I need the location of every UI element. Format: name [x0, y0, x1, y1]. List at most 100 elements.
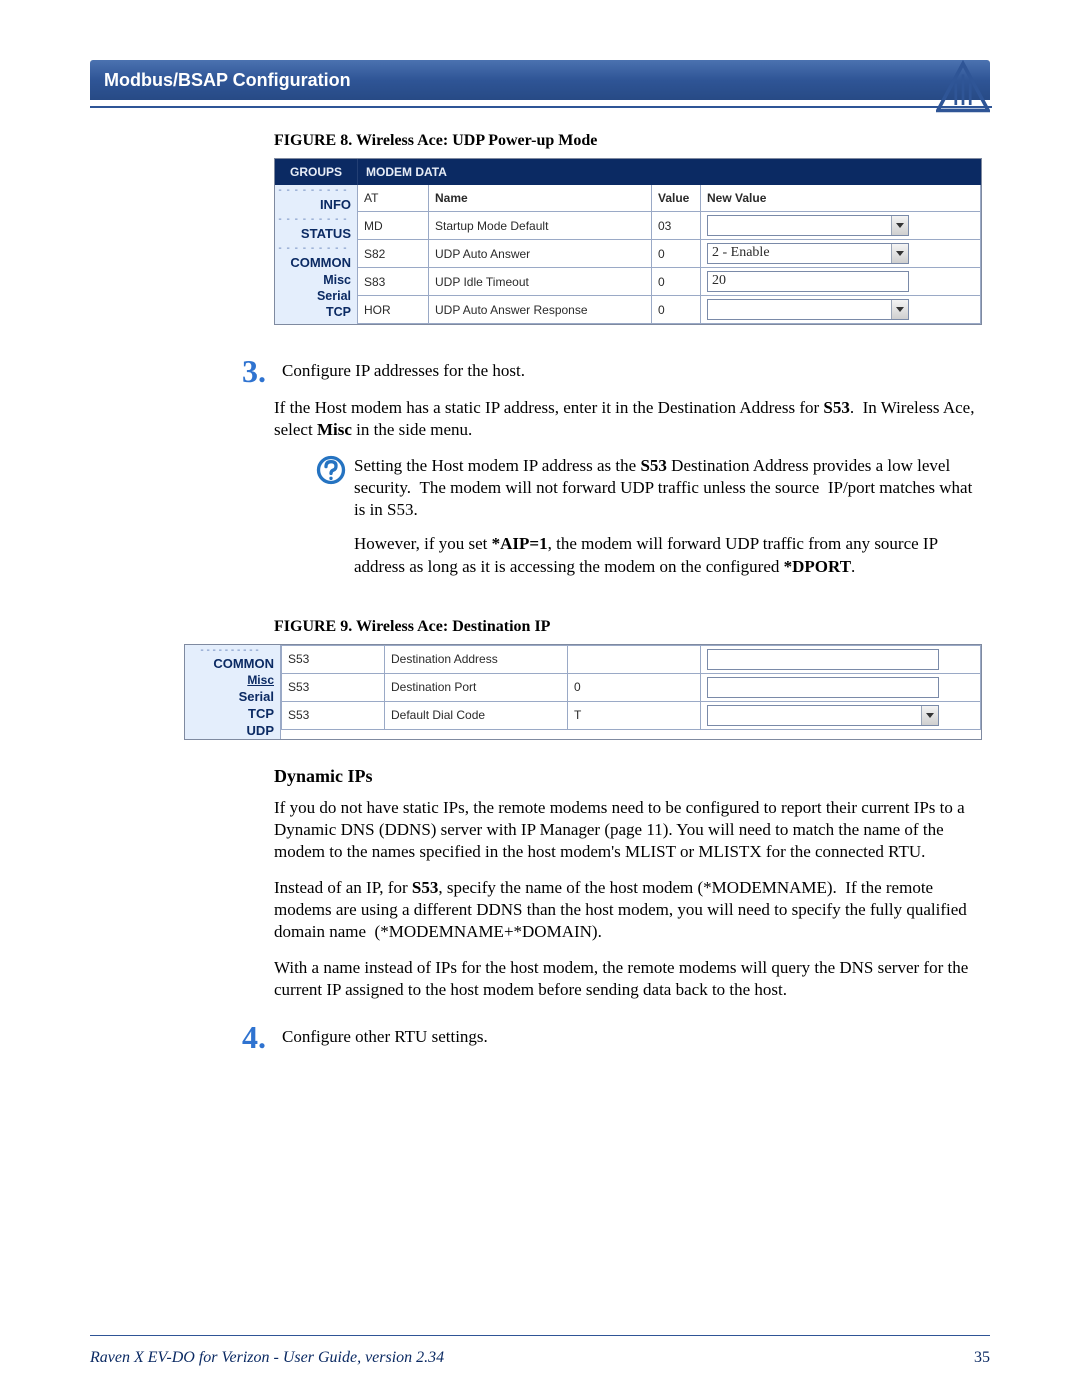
fig8-side-status[interactable]: STATUS [275, 224, 351, 243]
cell-new [701, 296, 981, 324]
brand-logo-triangle [936, 60, 990, 114]
col-name: Name [429, 185, 652, 212]
udp-auto-answer-select[interactable]: 2 - Enable [707, 243, 909, 264]
footer-page: 35 [974, 1349, 990, 1367]
cell-name: Destination Address [385, 645, 568, 673]
cell-name: UDP Auto Answer Response [429, 296, 652, 324]
startup-mode-select[interactable] [707, 215, 909, 236]
fig9-table-body: S53 Destination Address S53 Destination … [281, 645, 981, 739]
fig8-row-hor: HOR UDP Auto Answer Response 0 [358, 296, 981, 324]
cell-val: 03 [652, 212, 701, 240]
cell-val: 0 [568, 673, 701, 701]
subheading-dynamic-ips: Dynamic IPs [274, 766, 990, 787]
chevron-down-icon[interactable] [891, 244, 908, 263]
cell-new [701, 212, 981, 240]
fig8-row-s83: S83 UDP Idle Timeout 0 20 [358, 268, 981, 296]
cell-new [701, 645, 981, 673]
fig9-side-misc[interactable]: Misc [185, 672, 274, 688]
fig8-side-serial[interactable]: Serial [275, 288, 351, 304]
cell-at: S53 [282, 701, 385, 729]
fig9-side-tcp[interactable]: TCP [185, 705, 274, 722]
divider-dots: - - - - - - - - - [275, 187, 351, 195]
fig8-side-misc[interactable]: Misc [275, 272, 351, 288]
dest-address-input[interactable] [707, 649, 939, 670]
col-value: Value [652, 185, 701, 212]
help-note: Setting the Host modem IP address as the… [314, 455, 980, 589]
cell-at: S82 [358, 240, 429, 268]
cell-at: S83 [358, 268, 429, 296]
col-at: AT [358, 185, 429, 212]
fig8-header-row: AT Name Value New Value [358, 185, 981, 212]
cell-name: Default Dial Code [385, 701, 568, 729]
udp-idle-timeout-input[interactable]: 20 [707, 271, 909, 292]
fig8-groups-tab[interactable]: GROUPS [275, 159, 358, 185]
cell-new [701, 701, 981, 729]
step-3: 3. Configure IP addresses for the host. [242, 359, 980, 383]
dial-code-select[interactable] [707, 705, 939, 726]
help-p1: Setting the Host modem IP address as the… [354, 455, 980, 521]
cell-name: UDP Auto Answer [429, 240, 652, 268]
cell-at: S53 [282, 645, 385, 673]
figure8-caption: FIGURE 8. Wireless Ace: UDP Power-up Mod… [274, 132, 990, 150]
fig9-side-serial[interactable]: Serial [185, 688, 274, 705]
fig9-side-common[interactable]: COMMON [185, 655, 274, 672]
fig8-side-common[interactable]: COMMON [275, 253, 351, 272]
footer-text: Raven X EV-DO for Verizon - User Guide, … [90, 1349, 444, 1367]
chevron-down-icon[interactable] [891, 216, 908, 235]
divider-dots: - - - - - - - - - - [185, 647, 274, 655]
footer-rule [90, 1335, 990, 1337]
cell-val: 0 [652, 268, 701, 296]
dest-port-input[interactable] [707, 677, 939, 698]
figure9-screenshot: - - - - - - - - - - COMMON Misc Serial T… [184, 644, 982, 740]
page-header: Modbus/BSAP Configuration [90, 60, 990, 100]
fig8-modem-tab[interactable]: MODEM DATA [358, 159, 981, 185]
question-mark-icon [314, 455, 354, 589]
divider-dots: - - - - - - - - - [275, 216, 351, 224]
fig8-row-md: MD Startup Mode Default 03 [358, 212, 981, 240]
fig9-row-dialcode: S53 Default Dial Code T [282, 701, 981, 729]
para-static-ip: If the Host modem has a static IP addres… [274, 397, 980, 441]
header-rule [90, 106, 992, 108]
fig8-sidebar: - - - - - - - - - INFO - - - - - - - - -… [275, 185, 357, 324]
cell-name: Destination Port [385, 673, 568, 701]
chevron-down-icon[interactable] [891, 300, 908, 319]
select-text: 2 - Enable [712, 245, 770, 261]
fig9-sidebar: - - - - - - - - - - COMMON Misc Serial T… [185, 645, 281, 739]
figure8-screenshot: GROUPS MODEM DATA - - - - - - - - - INFO… [274, 158, 982, 325]
cell-val: 0 [652, 296, 701, 324]
fig9-side-udp[interactable]: UDP [185, 722, 274, 739]
fig9-row-destport: S53 Destination Port 0 [282, 673, 981, 701]
step-4: 4. Configure other RTU settings. [242, 1025, 980, 1049]
cell-at: MD [358, 212, 429, 240]
fig8-side-tcp[interactable]: TCP [275, 304, 351, 320]
cell-new [701, 673, 981, 701]
figure9-caption: FIGURE 9. Wireless Ace: Destination IP [274, 618, 990, 636]
para-dynamic-1: If you do not have static IPs, the remot… [274, 797, 980, 863]
cell-val [568, 645, 701, 673]
step-number: 3. [242, 359, 282, 383]
udp-auto-answer-response-select[interactable] [707, 299, 909, 320]
page-header-title: Modbus/BSAP Configuration [104, 70, 351, 90]
cell-at: S53 [282, 673, 385, 701]
cell-val: 0 [652, 240, 701, 268]
col-newvalue: New Value [701, 185, 981, 212]
para-dynamic-2: Instead of an IP, for S53, specify the n… [274, 877, 980, 943]
step-number: 4. [242, 1025, 282, 1049]
cell-name: UDP Idle Timeout [429, 268, 652, 296]
chevron-down-icon[interactable] [921, 706, 938, 725]
divider-dots: - - - - - - - - - [275, 245, 351, 253]
fig9-row-destaddr: S53 Destination Address [282, 645, 981, 673]
fig8-side-info[interactable]: INFO [275, 195, 351, 214]
para-dynamic-3: With a name instead of IPs for the host … [274, 957, 980, 1001]
page-footer: Raven X EV-DO for Verizon - User Guide, … [90, 1349, 990, 1367]
step-text: Configure other RTU settings. [282, 1025, 980, 1049]
help-p2: However, if you set *AIP=1, the modem wi… [354, 533, 980, 577]
cell-name: Startup Mode Default [429, 212, 652, 240]
step-text: Configure IP addresses for the host. [282, 359, 980, 383]
fig8-row-s82: S82 UDP Auto Answer 0 2 - Enable [358, 240, 981, 268]
help-copy: Setting the Host modem IP address as the… [354, 455, 980, 589]
cell-val: T [568, 701, 701, 729]
input-text: 20 [712, 273, 726, 289]
fig8-topbar: GROUPS MODEM DATA [275, 159, 981, 185]
cell-new: 2 - Enable [701, 240, 981, 268]
